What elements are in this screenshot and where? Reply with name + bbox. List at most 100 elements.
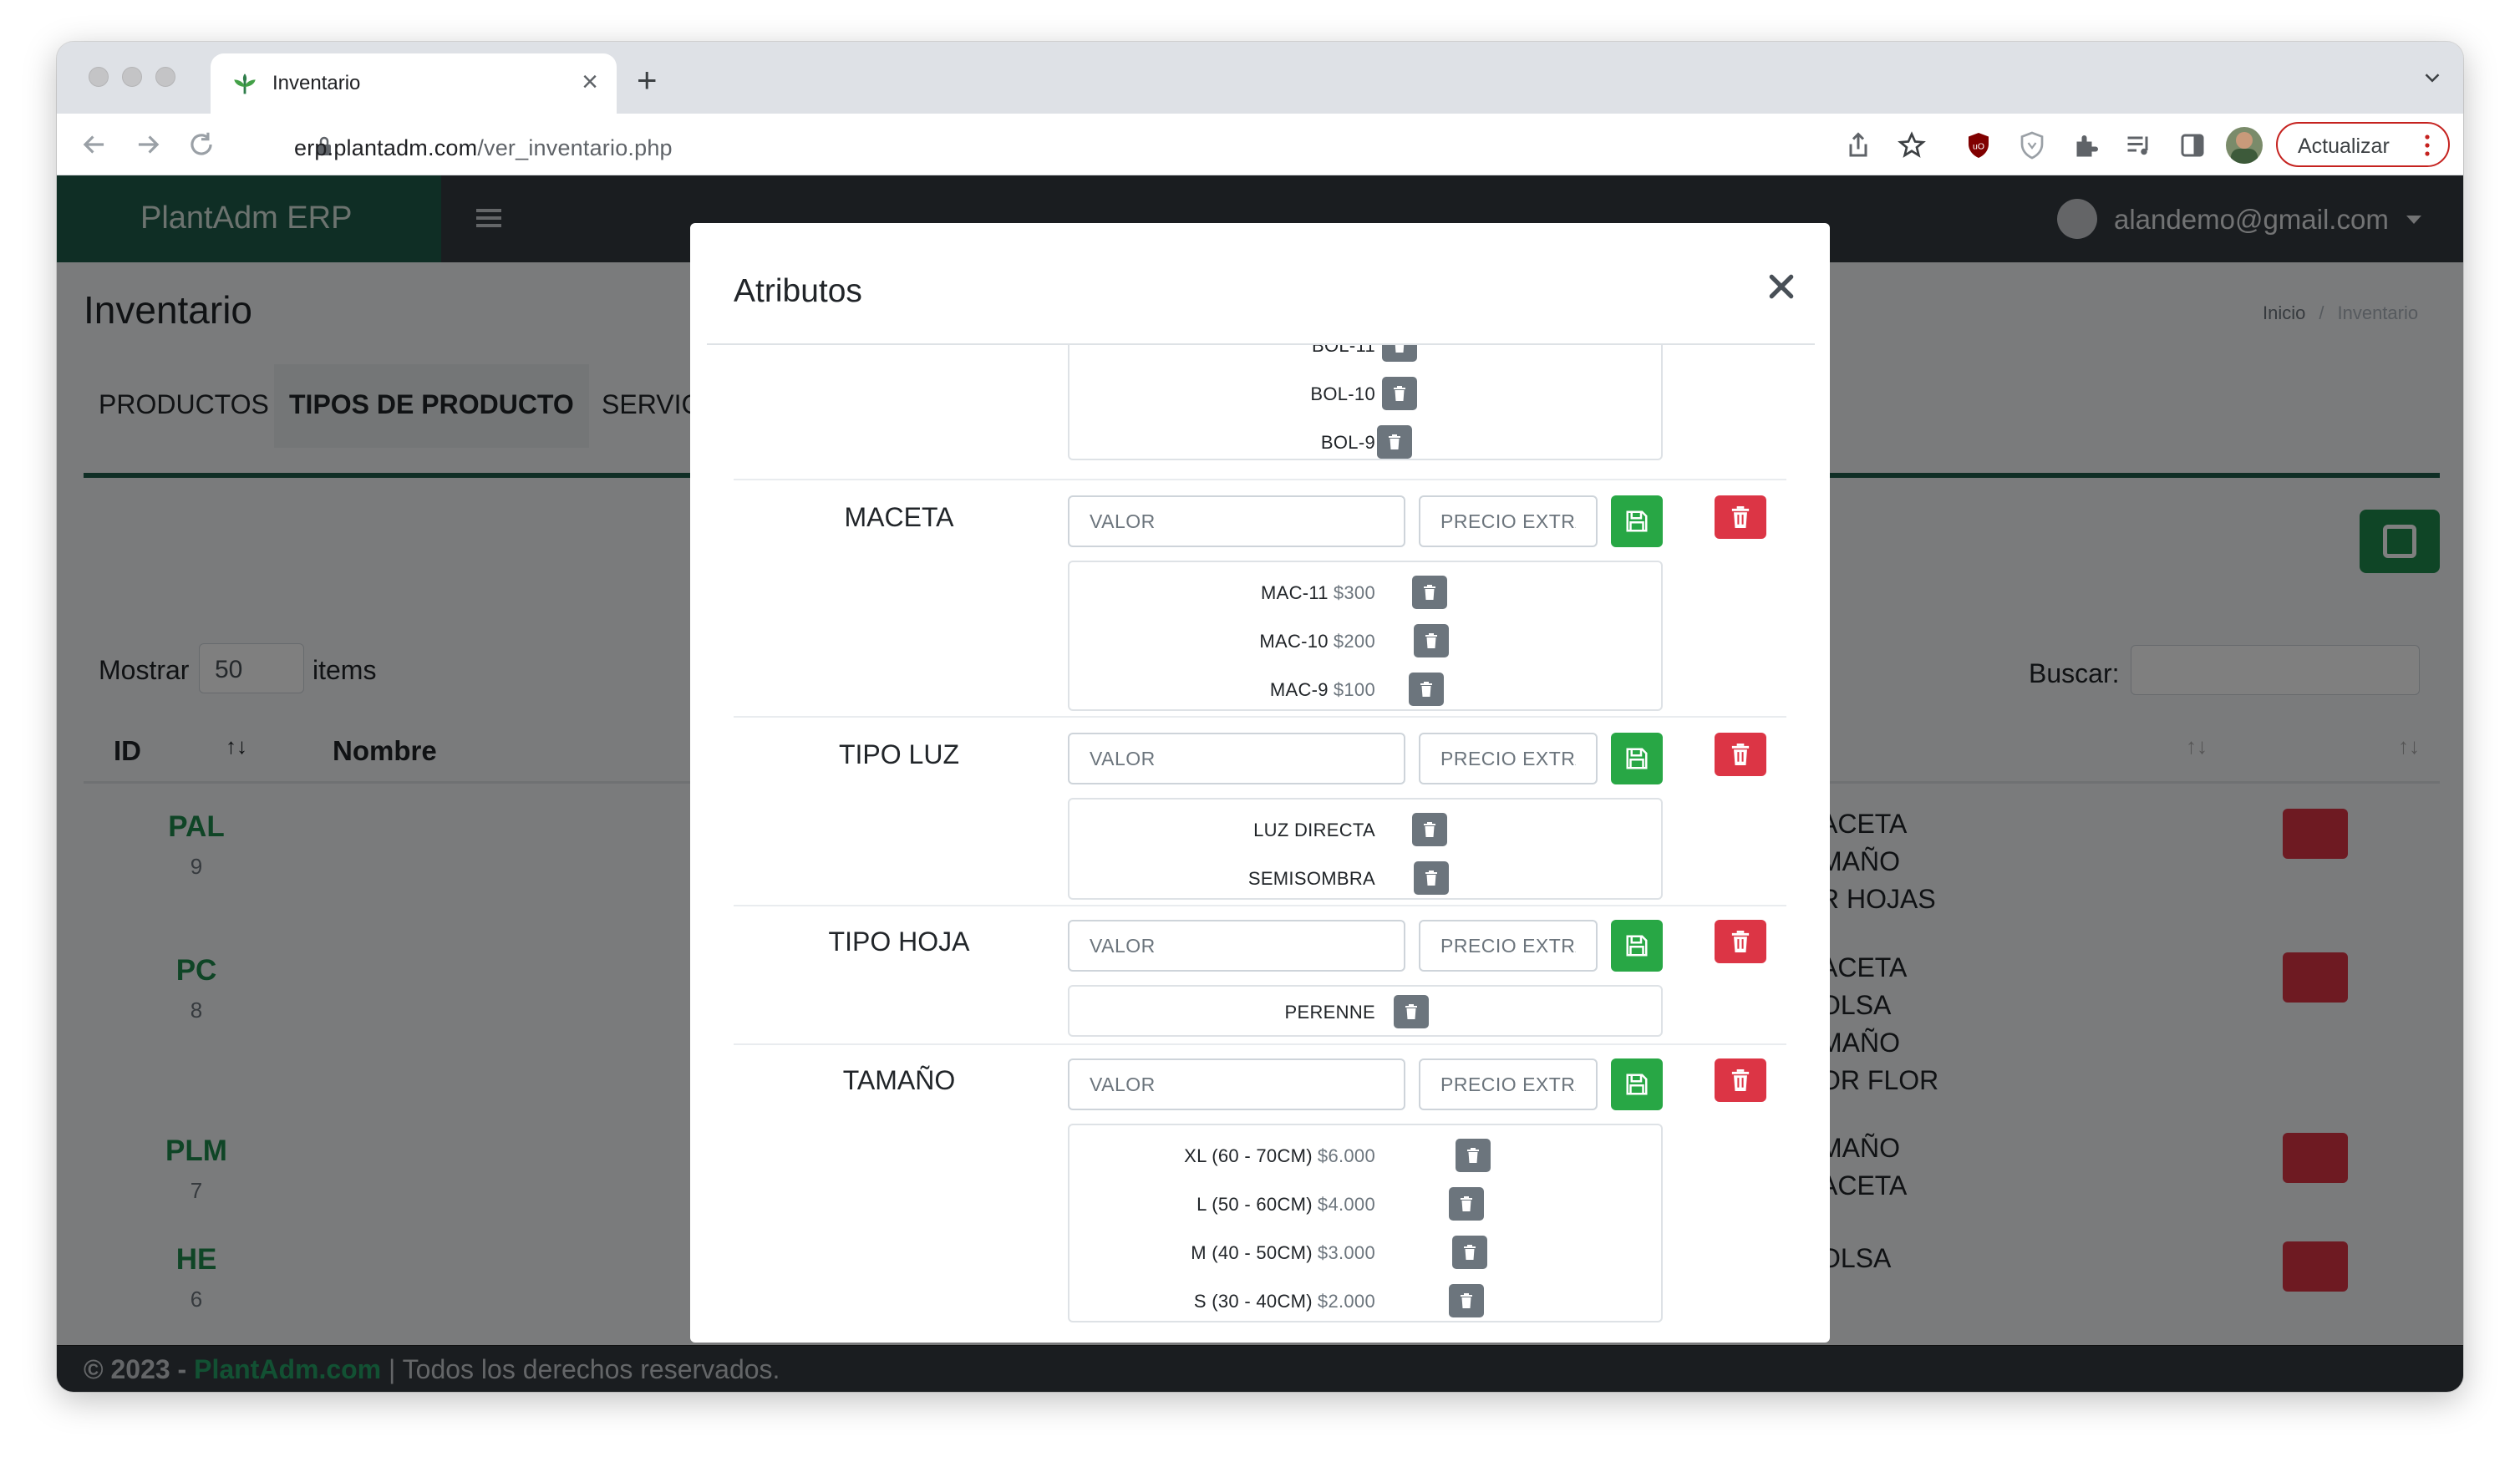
brave-shield-icon[interactable] (2017, 130, 2047, 160)
plant-icon (234, 74, 256, 94)
tab-strip: Inventario × + (57, 42, 2463, 114)
delete-value-button[interactable] (1412, 813, 1447, 846)
attribute-name: MACETA (844, 502, 954, 532)
value-label: L (50 - 60CM) (1196, 1194, 1313, 1215)
extra-price-input[interactable] (1419, 495, 1598, 547)
delete-attribute-button[interactable] (1715, 495, 1766, 539)
delete-value-button[interactable] (1449, 1187, 1484, 1221)
value-label: BOL-9 (1320, 432, 1375, 453)
delete-value-button[interactable] (1377, 425, 1412, 459)
trash-icon (1731, 744, 1750, 765)
chevron-down-icon[interactable] (2420, 65, 2445, 90)
list-item: M (40 - 50CM) $3.000 (1069, 1229, 1661, 1277)
delete-value-button[interactable] (1449, 1284, 1484, 1317)
values-list: LUZ DIRECTA SEMISOMBRA (1068, 798, 1663, 900)
delete-attribute-button[interactable] (1715, 1058, 1766, 1102)
extensions-icon[interactable] (2070, 130, 2101, 160)
extra-price-input[interactable] (1419, 1058, 1598, 1110)
delete-value-button[interactable] (1394, 995, 1429, 1028)
trash-icon (1394, 386, 1405, 401)
attribute-name: TIPO HOJA (828, 926, 970, 957)
update-button[interactable]: Actualizar (2276, 122, 2450, 167)
bookmark-star-icon[interactable] (1897, 130, 1927, 160)
trash-icon (1464, 1245, 1476, 1260)
value-label: SEMISOMBRA (1247, 868, 1375, 889)
close-icon[interactable] (1765, 270, 1798, 303)
more-vert-icon (2425, 135, 2430, 156)
value-label: PERENNE (1284, 1002, 1375, 1023)
trash-icon (1405, 1004, 1417, 1019)
media-icon[interactable] (2124, 130, 2154, 160)
list-item: BOL-11 (1069, 345, 1661, 370)
values-list: PERENNE (1068, 985, 1663, 1037)
trash-icon (1461, 1196, 1472, 1211)
delete-value-button[interactable] (1382, 345, 1417, 362)
ublock-shield-icon[interactable]: uO (1964, 130, 1994, 160)
save-icon (1626, 935, 1648, 957)
save-icon (1626, 1074, 1648, 1095)
minimize-window-button[interactable] (122, 67, 142, 87)
extra-price-input[interactable] (1419, 733, 1598, 784)
list-item: SEMISOMBRA (1069, 855, 1661, 903)
side-panel-icon[interactable] (2177, 130, 2208, 160)
back-icon[interactable] (79, 129, 110, 160)
attributes-modal: Atributos BOL-11 BOL-10 BOL-9 MACETA VAL… (690, 223, 1830, 1343)
delete-value-button[interactable] (1409, 673, 1444, 706)
trash-icon (1731, 931, 1750, 952)
value-input[interactable] (1068, 920, 1405, 972)
value-label: LUZ DIRECTA (1253, 820, 1375, 840)
close-window-button[interactable] (89, 67, 109, 87)
trash-icon (1425, 633, 1437, 648)
delete-value-button[interactable] (1382, 377, 1417, 410)
delete-value-button[interactable] (1414, 624, 1449, 657)
values-list: BOL-11 BOL-10 BOL-9 (1068, 345, 1663, 460)
tab-title: Inventario (272, 72, 361, 94)
url-text[interactable]: erp.plantadm.com/ver_inventario.php (294, 135, 673, 161)
reload-icon[interactable] (185, 129, 217, 160)
value-input[interactable] (1068, 733, 1405, 784)
maximize-window-button[interactable] (155, 67, 175, 87)
save-value-button[interactable] (1611, 1058, 1663, 1110)
trash-icon (1395, 345, 1405, 353)
delete-attribute-button[interactable] (1715, 920, 1766, 963)
list-item: L (50 - 60CM) $4.000 (1069, 1180, 1661, 1229)
value-price: $6.000 (1317, 1145, 1375, 1166)
save-value-button[interactable] (1611, 495, 1663, 547)
list-item: XL (60 - 70CM) $6.000 (1069, 1132, 1661, 1180)
profile-avatar[interactable] (2226, 127, 2263, 164)
list-item: MAC-9 $100 (1069, 666, 1661, 714)
attribute-name: TAMAÑO (842, 1065, 956, 1095)
delete-value-button[interactable] (1412, 576, 1447, 609)
save-icon (1626, 510, 1648, 532)
attribute-name: TIPO LUZ (838, 739, 959, 769)
new-tab-icon[interactable]: + (637, 63, 658, 98)
trash-icon (1424, 585, 1435, 600)
delete-attribute-button[interactable] (1715, 733, 1766, 776)
delete-value-button[interactable] (1414, 861, 1449, 895)
value-label: MAC-11 (1260, 582, 1329, 603)
list-item: MAC-11 $300 (1069, 569, 1661, 617)
list-item: PERENNE (1069, 988, 1661, 1037)
value-label: S (30 - 40CM) (1193, 1291, 1313, 1312)
value-price: $200 (1333, 631, 1375, 652)
value-price: $2.000 (1317, 1291, 1375, 1312)
save-value-button[interactable] (1611, 733, 1663, 784)
value-price: $100 (1333, 679, 1375, 700)
list-item: LUZ DIRECTA (1069, 806, 1661, 855)
value-input[interactable] (1068, 1058, 1405, 1110)
values-list: MAC-11 $300 MAC-10 $200 MAC-9 $100 (1068, 561, 1663, 711)
modal-title: Atributos (734, 273, 862, 309)
value-price: $300 (1333, 582, 1375, 603)
value-label: M (40 - 50CM) (1191, 1242, 1313, 1263)
trash-icon (1424, 822, 1435, 837)
delete-value-button[interactable] (1452, 1236, 1487, 1269)
save-value-button[interactable] (1611, 920, 1663, 972)
share-icon[interactable] (1843, 130, 1873, 160)
extra-price-input[interactable] (1419, 920, 1598, 972)
browser-tab[interactable]: Inventario × (211, 53, 617, 114)
value-input[interactable] (1068, 495, 1405, 547)
forward-icon[interactable] (132, 129, 164, 160)
browser-window: Inventario × + erp.plantadm.com/ver_inve… (57, 42, 2463, 1392)
close-tab-icon[interactable]: × (582, 65, 598, 99)
delete-value-button[interactable] (1456, 1139, 1491, 1172)
